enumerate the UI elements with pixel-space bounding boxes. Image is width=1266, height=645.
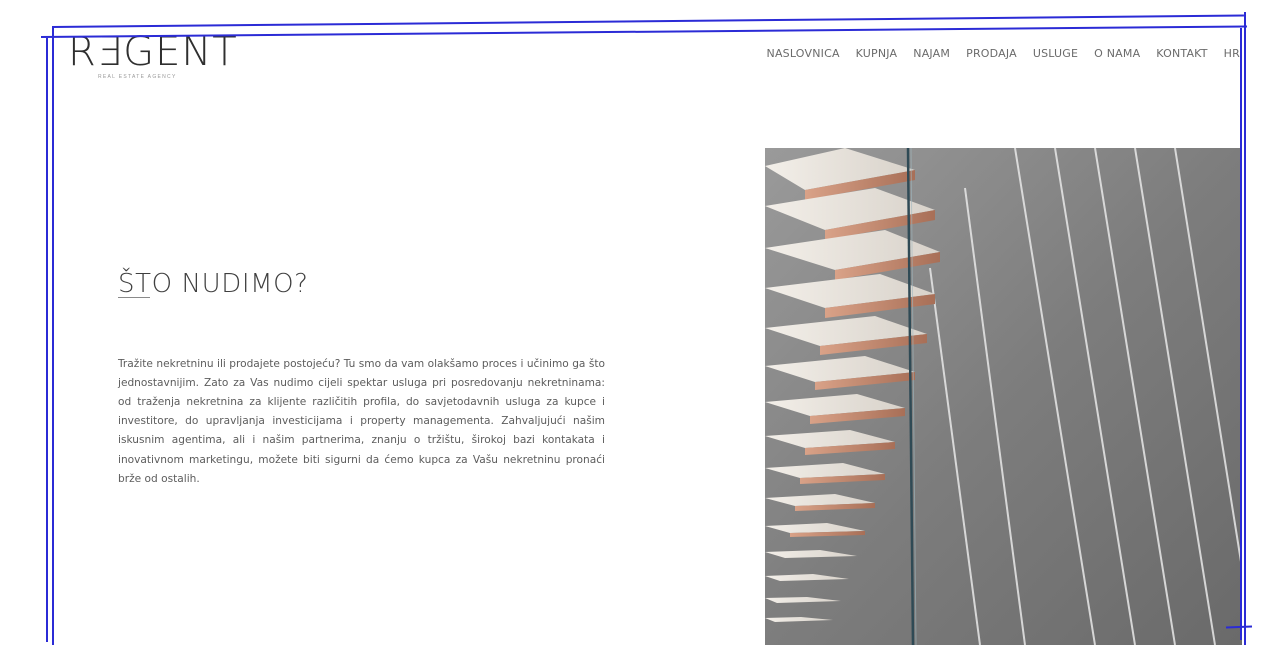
frame-line-right (1244, 12, 1246, 645)
frame-line-left (52, 28, 54, 645)
frame-line-left-secondary (46, 38, 48, 642)
nav-item-usluge[interactable]: USLUGE (1025, 47, 1086, 60)
main-navigation: NASLOVNICA KUPNJA NAJAM PRODAJA USLUGE O… (759, 47, 1242, 60)
language-switch-hr[interactable]: HR (1216, 47, 1242, 60)
heading-divider (118, 297, 150, 298)
section-heading: ŠTO NUDIMO? (118, 269, 309, 300)
website-page: RƎGENT REAL ESTATE AGENCY NASLOVNICA KUP… (56, 30, 1242, 645)
section-paragraph: Tražite nekretninu ili prodajete postoje… (118, 357, 605, 485)
staircase-photo (765, 148, 1242, 645)
nav-item-kontakt[interactable]: KONTAKT (1148, 47, 1215, 60)
frame-line-top (51, 14, 1244, 28)
site-logo[interactable]: RƎGENT REAL ESTATE AGENCY (68, 30, 258, 94)
frame-line-right-inner (1240, 28, 1242, 640)
nav-item-naslovnica[interactable]: NASLOVNICA (759, 47, 848, 60)
screenshot-stage: RƎGENT REAL ESTATE AGENCY NASLOVNICA KUP… (0, 0, 1266, 645)
staircase-illustration (765, 148, 1242, 645)
logo-tagline: REAL ESTATE AGENCY (98, 74, 177, 80)
nav-item-prodaja[interactable]: PRODAJA (958, 47, 1025, 60)
nav-item-o-nama[interactable]: O NAMA (1086, 47, 1148, 60)
nav-item-kupnja[interactable]: KUPNJA (848, 47, 906, 60)
nav-item-najam[interactable]: NAJAM (905, 47, 958, 60)
